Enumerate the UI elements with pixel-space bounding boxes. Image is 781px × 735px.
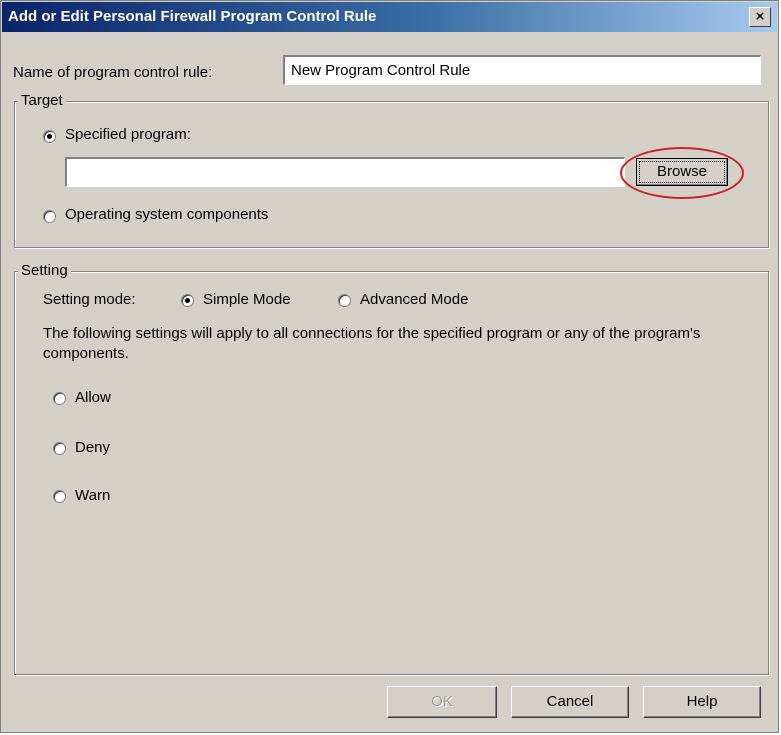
browse-button[interactable]: Browse [636, 158, 728, 186]
close-icon: × [755, 8, 765, 25]
simple-mode-radio[interactable] [181, 294, 194, 307]
advanced-mode-label: Advanced Mode [360, 291, 469, 308]
advanced-mode-radio[interactable] [338, 294, 351, 307]
ok-button-label: OK [431, 693, 453, 710]
os-components-label: Operating system components [65, 206, 269, 223]
allow-radio[interactable] [53, 392, 66, 405]
help-button[interactable]: Help [643, 686, 761, 718]
deny-label: Deny [75, 439, 111, 456]
browse-button-label: Browse [656, 163, 708, 180]
ok-button[interactable]: OK [387, 686, 497, 718]
cancel-button[interactable]: Cancel [511, 686, 629, 718]
program-path-input[interactable] [65, 157, 625, 187]
setting-mode-label: Setting mode: [43, 291, 136, 308]
specified-program-radio[interactable] [43, 130, 56, 143]
allow-label: Allow [75, 389, 111, 406]
window-title: Add or Edit Personal Firewall Program Co… [8, 8, 377, 25]
specified-program-label: Specified program: [65, 126, 191, 143]
setting-group-title: Setting [18, 262, 71, 279]
deny-radio[interactable] [53, 442, 66, 455]
simple-mode-label: Simple Mode [203, 291, 291, 308]
close-button[interactable]: × [749, 7, 771, 27]
warn-radio[interactable] [53, 490, 66, 503]
settings-description: The following settings will apply to all… [43, 325, 701, 362]
title-bar: Add or Edit Personal Firewall Program Co… [2, 2, 777, 32]
target-group-title: Target [18, 92, 66, 109]
rule-name-input[interactable] [283, 55, 761, 85]
help-button-label: Help [686, 693, 718, 710]
os-components-radio[interactable] [43, 210, 56, 223]
firewall-rule-dialog: Add or Edit Personal Firewall Program Co… [0, 0, 779, 733]
warn-label: Warn [75, 487, 111, 504]
cancel-button-label: Cancel [546, 693, 594, 710]
rule-name-label: Name of program control rule: [13, 64, 213, 81]
